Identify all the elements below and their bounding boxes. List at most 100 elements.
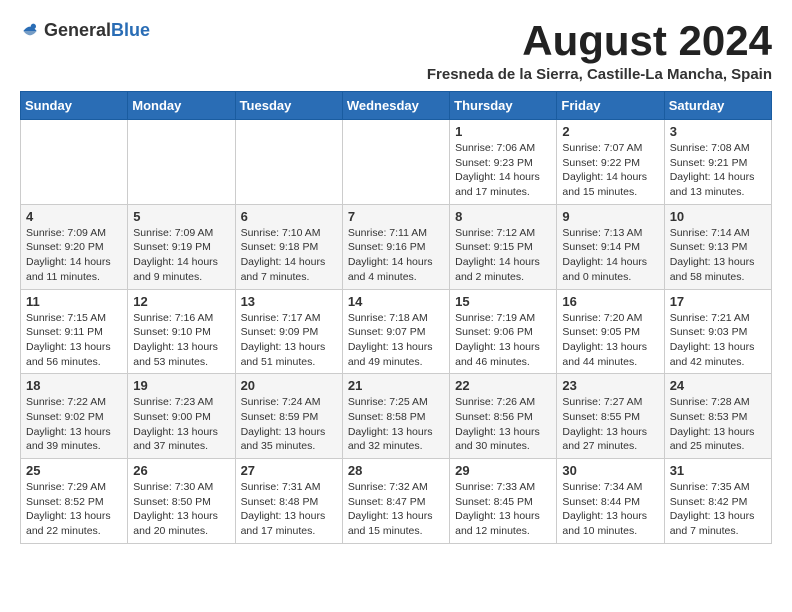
calendar-cell: 13Sunrise: 7:17 AM Sunset: 9:09 PM Dayli… <box>235 289 342 374</box>
day-number: 15 <box>455 294 551 309</box>
weekday-header-sunday: Sunday <box>21 92 128 120</box>
day-info: Sunrise: 7:13 AM Sunset: 9:14 PM Dayligh… <box>562 226 658 285</box>
day-number: 12 <box>133 294 229 309</box>
calendar-cell: 19 Sunrise: 7:23 AM Sunset: 9:00 PM Dayli… <box>128 374 235 459</box>
day-number: 10 <box>670 209 766 224</box>
calendar-cell: 22 Sunrise: 7:26 AM Sunset: 8:56 PM Dayli… <box>450 374 557 459</box>
calendar-cell: 10 Sunrise: 7:14 AM Sunset: 9:13 PM Dayli… <box>664 204 771 289</box>
weekday-header-tuesday: Tuesday <box>235 92 342 120</box>
day-info: Sunrise: 7:07 AM Sunset: 9:22 PM Dayligh… <box>562 141 658 200</box>
day-number: 19 <box>133 378 229 393</box>
calendar-week-row: 1Sunrise: 7:06 AM Sunset: 9:23 PM Daylig… <box>21 120 772 205</box>
weekday-header-thursday: Thursday <box>450 92 557 120</box>
day-info: Sunrise: 7:09 AM Sunset: 9:19 PM Dayligh… <box>133 226 229 285</box>
calendar-cell: 7 Sunrise: 7:11 AM Sunset: 9:16 PM Daylig… <box>342 204 449 289</box>
calendar-week-row: 4 Sunrise: 7:09 AM Sunset: 9:20 PM Daylig… <box>21 204 772 289</box>
day-info: Sunrise: 7:11 AM Sunset: 9:16 PM Dayligh… <box>348 226 444 285</box>
calendar-cell: 26 Sunrise: 7:30 AM Sunset: 8:50 PM Dayli… <box>128 459 235 544</box>
calendar-cell: 18Sunrise: 7:22 AM Sunset: 9:02 PM Dayli… <box>21 374 128 459</box>
day-number: 4 <box>26 209 122 224</box>
calendar-cell: 23 Sunrise: 7:27 AM Sunset: 8:55 PM Dayli… <box>557 374 664 459</box>
day-number: 13 <box>241 294 337 309</box>
calendar-cell: 3 Sunrise: 7:08 AM Sunset: 9:21 PM Daylig… <box>664 120 771 205</box>
day-number: 21 <box>348 378 444 393</box>
day-number: 30 <box>562 463 658 478</box>
calendar-cell: 31 Sunrise: 7:35 AM Sunset: 8:42 PM Dayli… <box>664 459 771 544</box>
day-number: 8 <box>455 209 551 224</box>
day-info: Sunrise: 7:10 AM Sunset: 9:18 PM Dayligh… <box>241 226 337 285</box>
day-info: Sunrise: 7:22 AM Sunset: 9:02 PM Dayligh… <box>26 395 122 454</box>
calendar-week-row: 11 Sunrise: 7:15 AM Sunset: 9:11 PM Dayli… <box>21 289 772 374</box>
day-number: 28 <box>348 463 444 478</box>
day-info: Sunrise: 7:06 AM Sunset: 9:23 PM Dayligh… <box>455 141 551 200</box>
day-info: Sunrise: 7:23 AM Sunset: 9:00 PM Dayligh… <box>133 395 229 454</box>
day-info: Sunrise: 7:35 AM Sunset: 8:42 PM Dayligh… <box>670 480 766 539</box>
day-info: Sunrise: 7:09 AM Sunset: 9:20 PM Dayligh… <box>26 226 122 285</box>
calendar-cell: 5 Sunrise: 7:09 AM Sunset: 9:19 PM Daylig… <box>128 204 235 289</box>
calendar-cell: 28 Sunrise: 7:32 AM Sunset: 8:47 PM Dayli… <box>342 459 449 544</box>
day-info: Sunrise: 7:15 AM Sunset: 9:11 PM Dayligh… <box>26 311 122 370</box>
day-number: 22 <box>455 378 551 393</box>
day-info: Sunrise: 7:32 AM Sunset: 8:47 PM Dayligh… <box>348 480 444 539</box>
calendar-cell <box>128 120 235 205</box>
day-info: Sunrise: 7:29 AM Sunset: 8:52 PM Dayligh… <box>26 480 122 539</box>
calendar-cell: 12 Sunrise: 7:16 AM Sunset: 9:10 PM Dayli… <box>128 289 235 374</box>
calendar-cell: 11 Sunrise: 7:15 AM Sunset: 9:11 PM Dayli… <box>21 289 128 374</box>
calendar-cell: 30 Sunrise: 7:34 AM Sunset: 8:44 PM Dayli… <box>557 459 664 544</box>
calendar-cell: 6Sunrise: 7:10 AM Sunset: 9:18 PM Daylig… <box>235 204 342 289</box>
day-number: 23 <box>562 378 658 393</box>
header: GeneralBlue August 2024 <box>20 20 772 62</box>
location-subtitle: Fresneda de la Sierra, Castille-La Manch… <box>20 66 772 83</box>
day-info: Sunrise: 7:27 AM Sunset: 8:55 PM Dayligh… <box>562 395 658 454</box>
day-number: 3 <box>670 124 766 139</box>
calendar-cell: 15Sunrise: 7:19 AM Sunset: 9:06 PM Dayli… <box>450 289 557 374</box>
day-number: 24 <box>670 378 766 393</box>
day-number: 25 <box>26 463 122 478</box>
day-info: Sunrise: 7:18 AM Sunset: 9:07 PM Dayligh… <box>348 311 444 370</box>
day-number: 11 <box>26 294 122 309</box>
day-info: Sunrise: 7:24 AM Sunset: 8:59 PM Dayligh… <box>241 395 337 454</box>
calendar-cell <box>21 120 128 205</box>
day-number: 14 <box>348 294 444 309</box>
calendar-cell: 9 Sunrise: 7:13 AM Sunset: 9:14 PM Daylig… <box>557 204 664 289</box>
calendar-cell: 27 Sunrise: 7:31 AM Sunset: 8:48 PM Dayli… <box>235 459 342 544</box>
weekday-header-friday: Friday <box>557 92 664 120</box>
day-info: Sunrise: 7:26 AM Sunset: 8:56 PM Dayligh… <box>455 395 551 454</box>
day-number: 29 <box>455 463 551 478</box>
day-info: Sunrise: 7:16 AM Sunset: 9:10 PM Dayligh… <box>133 311 229 370</box>
logo: GeneralBlue <box>20 20 150 41</box>
weekday-header-wednesday: Wednesday <box>342 92 449 120</box>
calendar-cell: 20 Sunrise: 7:24 AM Sunset: 8:59 PM Dayli… <box>235 374 342 459</box>
day-info: Sunrise: 7:14 AM Sunset: 9:13 PM Dayligh… <box>670 226 766 285</box>
day-number: 16 <box>562 294 658 309</box>
calendar-cell: 14 Sunrise: 7:18 AM Sunset: 9:07 PM Dayli… <box>342 289 449 374</box>
day-number: 31 <box>670 463 766 478</box>
day-number: 26 <box>133 463 229 478</box>
calendar-cell: 16 Sunrise: 7:20 AM Sunset: 9:05 PM Dayli… <box>557 289 664 374</box>
calendar-cell: 29 Sunrise: 7:33 AM Sunset: 8:45 PM Dayli… <box>450 459 557 544</box>
day-number: 17 <box>670 294 766 309</box>
calendar-cell <box>235 120 342 205</box>
calendar-cell: 21Sunrise: 7:25 AM Sunset: 8:58 PM Dayli… <box>342 374 449 459</box>
day-info: Sunrise: 7:08 AM Sunset: 9:21 PM Dayligh… <box>670 141 766 200</box>
day-info: Sunrise: 7:31 AM Sunset: 8:48 PM Dayligh… <box>241 480 337 539</box>
day-info: Sunrise: 7:33 AM Sunset: 8:45 PM Dayligh… <box>455 480 551 539</box>
weekday-header-row: SundayMondayTuesdayWednesdayThursdayFrid… <box>21 92 772 120</box>
day-number: 20 <box>241 378 337 393</box>
day-number: 7 <box>348 209 444 224</box>
logo-blue: Blue <box>111 20 150 40</box>
day-number: 27 <box>241 463 337 478</box>
calendar-cell: 17Sunrise: 7:21 AM Sunset: 9:03 PM Dayli… <box>664 289 771 374</box>
calendar-cell <box>342 120 449 205</box>
calendar-cell: 2Sunrise: 7:07 AM Sunset: 9:22 PM Daylig… <box>557 120 664 205</box>
day-info: Sunrise: 7:34 AM Sunset: 8:44 PM Dayligh… <box>562 480 658 539</box>
logo-general: General <box>44 20 111 40</box>
day-info: Sunrise: 7:20 AM Sunset: 9:05 PM Dayligh… <box>562 311 658 370</box>
day-info: Sunrise: 7:30 AM Sunset: 8:50 PM Dayligh… <box>133 480 229 539</box>
month-title: August 2024 <box>522 20 772 62</box>
day-number: 9 <box>562 209 658 224</box>
calendar-week-row: 18Sunrise: 7:22 AM Sunset: 9:02 PM Dayli… <box>21 374 772 459</box>
logo-text: GeneralBlue <box>44 20 150 41</box>
calendar-week-row: 25 Sunrise: 7:29 AM Sunset: 8:52 PM Dayli… <box>21 459 772 544</box>
day-number: 5 <box>133 209 229 224</box>
